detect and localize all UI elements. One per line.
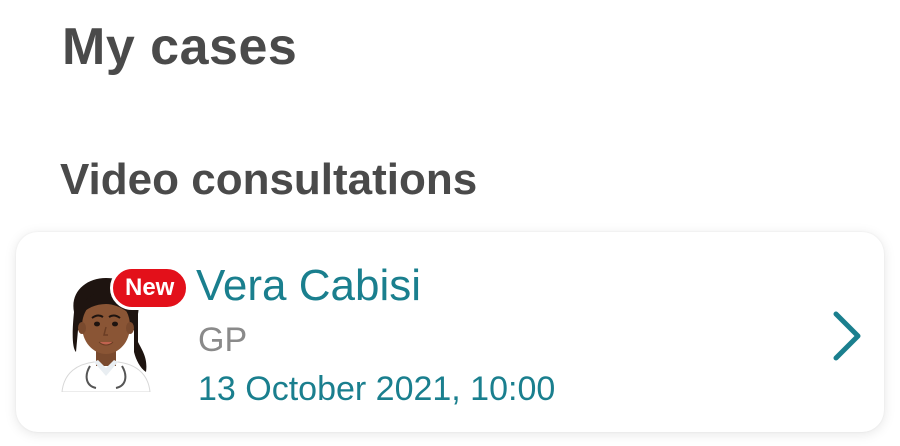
case-datetime: 13 October 2021, 10:00 xyxy=(198,370,556,408)
new-badge: New xyxy=(110,266,190,310)
section-title-video-consultations: Video consultations xyxy=(60,155,478,204)
case-role: GP xyxy=(198,321,248,359)
case-name: Vera Cabisi xyxy=(196,261,422,310)
page-title: My cases xyxy=(62,18,298,76)
chevron-right-icon[interactable] xyxy=(826,310,866,362)
my-cases-screen: My cases Video consultations New Vera Ca… xyxy=(0,0,900,446)
